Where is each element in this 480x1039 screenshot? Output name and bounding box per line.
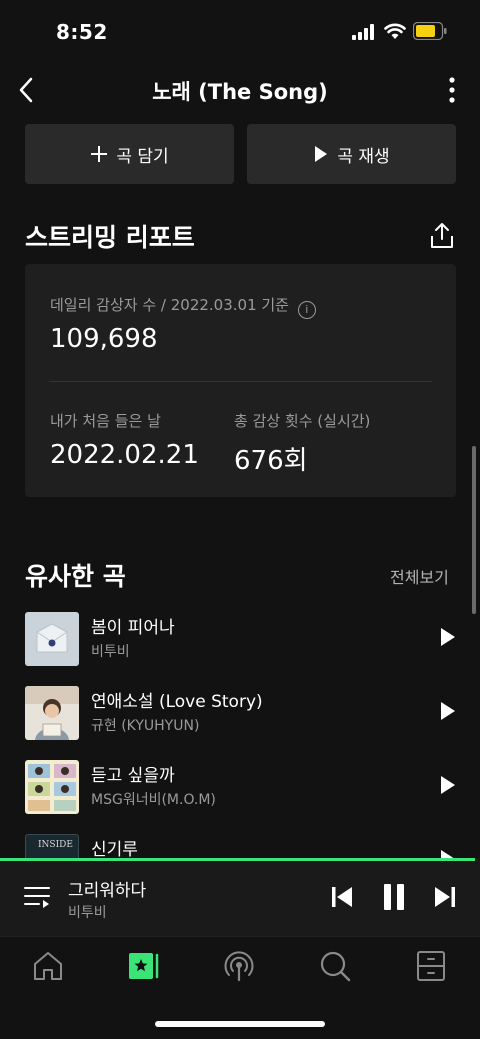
album-art [25,760,79,814]
album-art: INSIDE [25,834,79,858]
album-art [25,612,79,666]
playback-progress-bar [0,858,476,861]
song-title: 봄이 피어나 [91,618,175,638]
list-item[interactable]: 봄이 피어나 비투비 [0,609,470,669]
play-icon[interactable] [440,627,456,647]
cellular-signal-icon [352,24,374,40]
add-song-label: 곡 담기 [116,146,169,167]
total-plays-label: 총 감상 횟수 (실시간) [234,412,371,430]
library-star-icon[interactable] [127,949,161,983]
similar-songs-title: 유사한 곡 [25,562,126,591]
divider [49,381,432,382]
song-title: 연애소설 (Love Story) [91,692,263,712]
total-plays-value: 676회 [234,446,308,476]
home-icon[interactable] [31,949,65,983]
now-playing-title: 그리워하다 [68,881,147,901]
scrollbar[interactable] [472,446,476,614]
song-artist: 규현 (KYUHYUN) [91,718,200,734]
first-heard-label: 내가 처음 들은 날 [50,412,161,430]
daily-listeners-value: 109,698 [50,324,158,354]
mini-player[interactable]: 그리워하다 비투비 [0,858,480,936]
page-title: 노래 (The Song) [152,80,328,104]
now-playing-artist: 비투비 [68,905,107,921]
status-time: 8:52 [56,20,108,44]
first-heard-value: 2022.02.21 [50,440,199,470]
album-art [25,686,79,740]
wifi-icon [384,23,406,39]
daily-listeners-label: 데일리 감상자 수 / 2022.03.01 기준 i [50,294,316,319]
song-artist: 비투비 [91,644,130,660]
more-options-icon[interactable] [440,74,464,106]
top-nav: 노래 (The Song) [0,62,480,118]
list-item[interactable]: INSIDE 신기루 [0,831,470,858]
pause-icon[interactable] [381,883,407,911]
album-art-text: INSIDE [38,840,73,850]
podcast-icon[interactable] [222,949,256,983]
play-icon[interactable] [440,701,456,721]
streaming-report-title: 스트리밍 리포트 [25,223,195,252]
previous-track-icon[interactable] [330,885,354,909]
song-artist: MSG워너비(M.O.M) [91,792,216,808]
plus-icon [91,146,108,162]
info-icon[interactable]: i [297,301,316,319]
see-all-link[interactable]: 전체보기 [390,564,449,588]
play-icon[interactable] [440,775,456,795]
status-bar: 8:52 [0,0,480,62]
next-track-icon[interactable] [433,885,457,909]
play-icon [315,146,328,162]
battery-icon [413,22,447,40]
play-song-button[interactable]: 곡 재생 [247,124,456,184]
play-song-label: 곡 재생 [337,146,390,167]
share-icon[interactable] [428,222,456,250]
playlist-queue-icon[interactable] [24,884,50,910]
play-icon[interactable] [440,849,456,858]
song-title: 듣고 싶을까 [91,766,175,786]
list-item[interactable]: 연애소설 (Love Story) 규현 (KYUHYUN) [0,683,470,743]
streaming-report-card: 데일리 감상자 수 / 2022.03.01 기준 i 109,698 내가 처… [25,264,456,497]
add-song-button[interactable]: 곡 담기 [25,124,234,184]
storage-icon[interactable] [414,949,448,983]
search-icon[interactable] [318,949,352,983]
list-item[interactable]: 듣고 싶을까 MSG워너비(M.O.M) [0,757,470,817]
song-title: 신기루 [91,840,138,858]
home-indicator [155,1021,325,1027]
